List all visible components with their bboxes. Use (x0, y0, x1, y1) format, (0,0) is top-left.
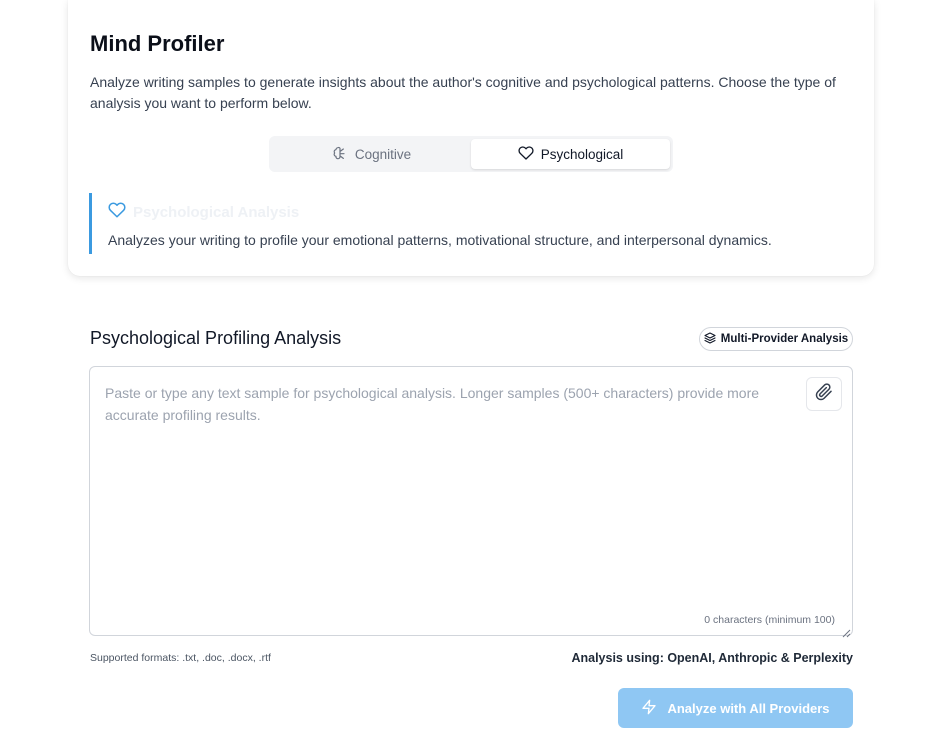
brain-icon (332, 145, 348, 164)
tab-psychological[interactable]: Psychological (471, 139, 670, 169)
text-sample-input[interactable] (90, 367, 852, 635)
analyze-button[interactable]: Analyze with All Providers (618, 688, 853, 728)
resize-handle-icon[interactable] (842, 625, 851, 638)
heart-icon (108, 201, 126, 224)
providers-info: Analysis using: OpenAI, Anthropic & Perp… (571, 651, 853, 665)
character-count: 0 characters (minimum 100) (704, 614, 835, 626)
analyze-button-label: Analyze with All Providers (667, 700, 830, 716)
bolt-icon (641, 699, 657, 718)
analysis-type-tabs: Cognitive Psychological (269, 136, 673, 172)
analysis-info-title: Psychological Analysis (133, 204, 300, 221)
analysis-info-panel: Psychological Analysis Analyzes your wri… (89, 193, 849, 254)
tab-cognitive-label: Cognitive (354, 146, 412, 162)
layers-icon (704, 331, 716, 347)
multi-provider-badge: Multi-Provider Analysis (699, 327, 853, 351)
profiler-card: Mind Profiler Analyze writing samples to… (68, 0, 874, 276)
attach-file-button[interactable] (806, 377, 842, 411)
heart-icon (518, 145, 534, 164)
paperclip-icon (815, 382, 833, 406)
page-title: Mind Profiler (90, 31, 225, 56)
page-description: Analyze writing samples to generate insi… (90, 74, 836, 111)
analysis-info-description: Analyzes your writing to profile your em… (108, 232, 772, 248)
supported-formats: Supported formats: .txt, .doc, .docx, .r… (90, 652, 271, 664)
tab-psychological-label: Psychological (540, 146, 624, 162)
text-sample-container: 0 characters (minimum 100) (89, 366, 853, 638)
tab-cognitive[interactable]: Cognitive (272, 139, 471, 169)
section-title: Psychological Profiling Analysis (90, 328, 342, 348)
multi-provider-badge-label: Multi-Provider Analysis (720, 333, 849, 345)
